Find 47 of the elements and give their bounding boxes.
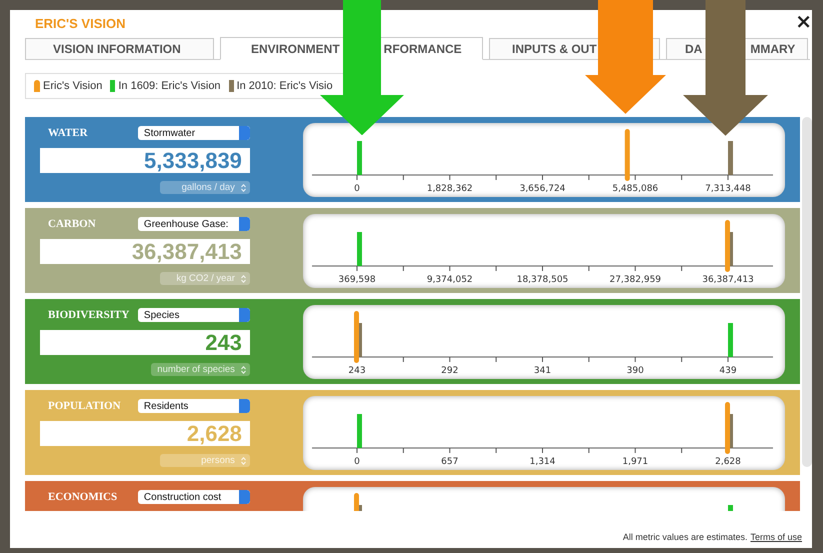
stepper-icon [240,456,246,464]
metric-dropdown[interactable]: Species [138,308,250,322]
scale-label: 1,314 [530,457,556,467]
scale-label: 341 [534,366,552,376]
metric-label: POPULATION [47,400,121,412]
scale-label: 5,485,086 [612,184,658,194]
scale-label: 390 [626,366,644,376]
terms-link[interactable]: Terms of use [750,532,802,542]
scale-label: 7,313,448 [705,184,751,194]
value-field: 243 [40,330,250,355]
stepper-icon [240,184,246,192]
scale-label: 1,971 [622,457,648,467]
scale-label: 2,628 [715,457,741,467]
metric-dropdown[interactable]: Residents [138,399,250,413]
scale-label: 18,378,505 [516,275,568,285]
scale-label: 1,828,362 [426,184,473,194]
scale-label: 439 [719,366,737,376]
disclaimer-text: All metric values are estimates. [622,532,748,542]
stepper-icon [240,274,246,282]
value-field: 36,387,413 [40,239,250,264]
metric-dropdown[interactable]: Construction cost [138,490,250,504]
scale-label: 243 [348,366,366,376]
dialog-title: ERIC'S VISION [34,15,126,33]
metric-label: WATER [47,127,88,139]
legend-label: Eric's Vision [43,80,102,92]
scale-label: 3,656,724 [520,184,566,194]
legend-label: In 1609: Eric's Vision [118,80,221,92]
metric-dropdown[interactable]: Greenhouse Gase: [138,217,250,231]
metric-dropdown[interactable]: Stormwater [138,126,250,140]
tab[interactable]: VISION INFORMATION [25,38,214,59]
legend-label: In 2010: Eric's Visio [236,80,333,92]
scale-label: 9,374,052 [426,275,473,285]
scale-label: 369,598 [338,275,376,285]
scale-label: 657 [441,457,458,467]
scale-label: 292 [441,366,458,376]
scale-label: 0 [354,457,360,467]
metric-label: CARBON [47,218,96,230]
metric-label: ECONOMICS [47,491,118,503]
close-button[interactable]: × [795,12,812,30]
scale-label: 36,387,413 [702,275,754,285]
value-field: 5,333,839 [40,148,250,173]
stepper-icon [240,366,246,374]
scrollbar[interactable] [802,117,812,467]
metric-label: BIODIVERSITY [47,309,130,321]
scale-label: 27,382,959 [609,275,661,285]
scale-label: 0 [354,184,360,194]
value-field: 2,628 [40,421,250,446]
